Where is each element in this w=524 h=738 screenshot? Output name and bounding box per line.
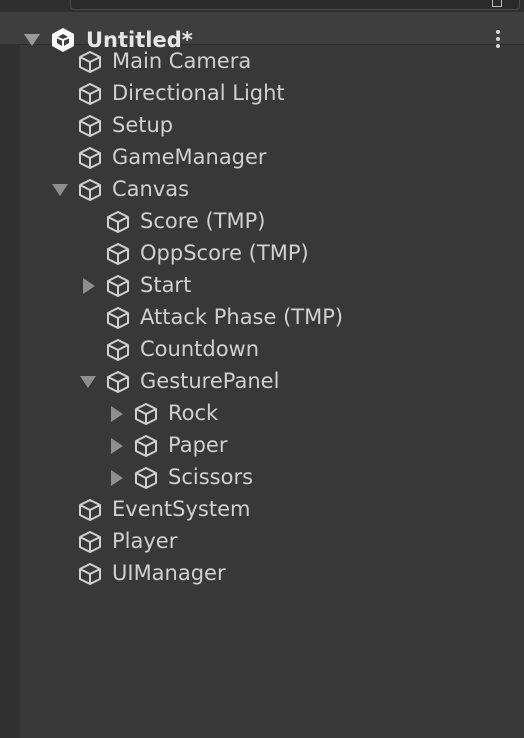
- item-label: Player: [112, 529, 178, 553]
- item-label: Attack Phase (TMP): [140, 305, 344, 329]
- gameobject-icon: [135, 435, 157, 457]
- item-label: UIManager: [112, 561, 226, 585]
- gameobject-icon: [107, 275, 129, 297]
- gameobject-icon: [79, 563, 101, 585]
- item-label: Score (TMP): [140, 209, 266, 233]
- item-label: Main Camera: [112, 49, 252, 73]
- collapse-arrow-icon[interactable]: [83, 278, 95, 294]
- item-label: Scissors: [168, 465, 254, 489]
- item-label: OppScore (TMP): [140, 241, 309, 265]
- scene-header[interactable]: Untitled*: [0, 12, 524, 52]
- scene-collapse-arrow-icon[interactable]: [24, 34, 40, 46]
- gameobject-icon: [79, 531, 101, 553]
- expand-arrow-icon[interactable]: [52, 184, 68, 196]
- item-label: Rock: [168, 401, 219, 425]
- item-label: Canvas: [112, 177, 190, 201]
- item-label: Paper: [168, 433, 228, 457]
- more-options-icon[interactable]: [494, 30, 502, 54]
- expand-arrow-icon[interactable]: [80, 376, 96, 388]
- gameobject-icon: [79, 147, 101, 169]
- gameobject-icon: [79, 51, 101, 73]
- gameobject-icon: [79, 179, 101, 201]
- gameobject-icon: [107, 211, 129, 233]
- gameobject-icon: [79, 83, 101, 105]
- left-gutter: [0, 44, 20, 738]
- item-label: GesturePanel: [140, 369, 280, 393]
- gameobject-icon: [107, 243, 129, 265]
- toolbar: [0, 0, 524, 12]
- gameobject-icon: [79, 499, 101, 521]
- gameobject-icon: [107, 371, 129, 393]
- collapse-arrow-icon[interactable]: [111, 470, 123, 486]
- item-label: Directional Light: [112, 81, 285, 105]
- collapse-arrow-icon[interactable]: [111, 406, 123, 422]
- gameobject-icon: [107, 339, 129, 361]
- hierarchy-panel: Untitled* Main Camera Directional Light …: [0, 0, 524, 738]
- item-label: Countdown: [140, 337, 260, 361]
- item-label: EventSystem: [112, 497, 251, 521]
- gameobject-icon: [107, 307, 129, 329]
- item-label: GameManager: [112, 145, 267, 169]
- item-label: Start: [140, 273, 192, 297]
- unity-scene-icon: [52, 28, 74, 52]
- search-field[interactable]: [70, 0, 520, 10]
- gameobject-icon: [79, 115, 101, 137]
- gameobject-icon: [135, 467, 157, 489]
- lock-icon[interactable]: [492, 0, 502, 7]
- item-label: Setup: [112, 113, 174, 137]
- collapse-arrow-icon[interactable]: [111, 438, 123, 454]
- gameobject-icon: [135, 403, 157, 425]
